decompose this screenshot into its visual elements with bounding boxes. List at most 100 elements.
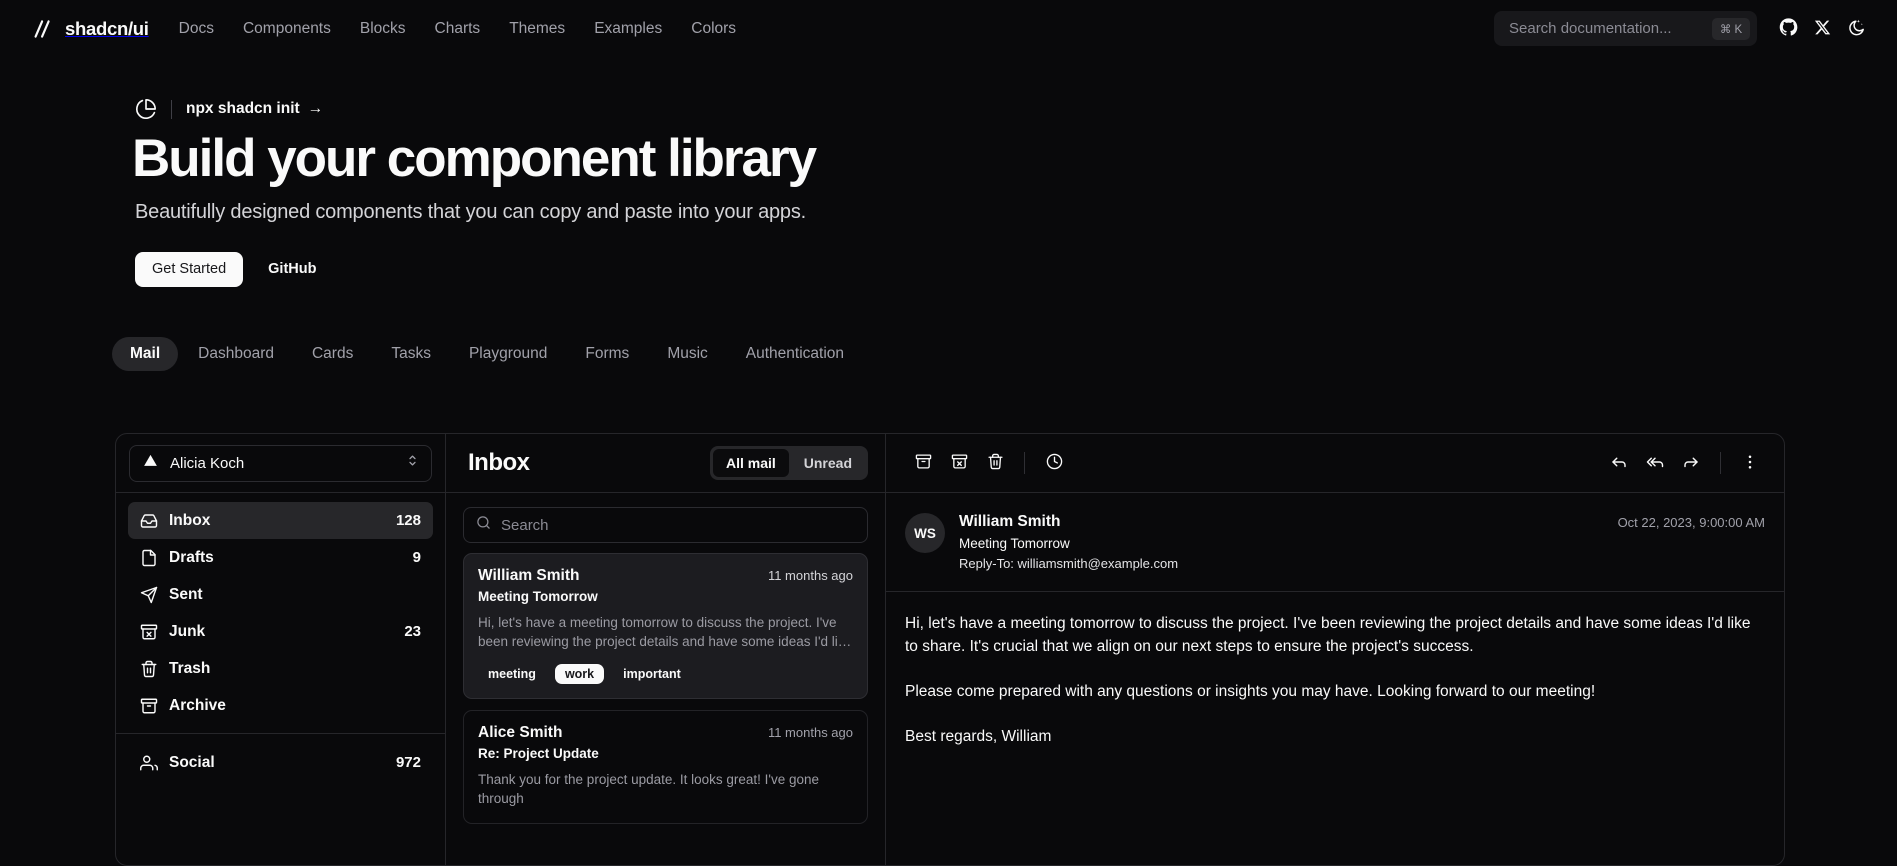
file-icon <box>140 549 158 567</box>
snooze-clock-icon <box>1046 453 1063 473</box>
tab-forms[interactable]: Forms <box>567 337 647 371</box>
header-actions: Search documentation... ⌘ K <box>1494 11 1873 46</box>
announcement-banner[interactable]: npx shadcn init → <box>135 98 1897 120</box>
tab-cards[interactable]: Cards <box>294 337 371 371</box>
tab-dashboard[interactable]: Dashboard <box>180 337 292 371</box>
more-options-button[interactable] <box>1732 445 1768 481</box>
tab-authentication[interactable]: Authentication <box>728 337 862 371</box>
x-twitter-link-button[interactable] <box>1805 12 1839 46</box>
move-to-junk-button[interactable] <box>941 445 977 481</box>
github-button[interactable]: GitHub <box>252 252 332 287</box>
mail-item-sender: William Smith <box>478 567 580 584</box>
mail-reading-toolbar <box>886 434 1784 493</box>
archive-icon <box>140 697 158 715</box>
mail-reading-pane: WS William Smith Meeting Tomorrow Reply-… <box>886 434 1784 865</box>
snooze-button[interactable] <box>1036 445 1072 481</box>
reply-icon <box>1610 453 1628 474</box>
nav-link-charts[interactable]: Charts <box>435 20 481 38</box>
nav-link-blocks[interactable]: Blocks <box>360 20 406 38</box>
sidebar-item-junk[interactable]: Junk 23 <box>128 613 433 650</box>
account-name: Alicia Koch <box>170 454 245 472</box>
hero-section: npx shadcn init → Build your component l… <box>0 57 1897 287</box>
sidebar-item-label: Inbox <box>169 511 211 529</box>
mail-list-header: Inbox All mail Unread <box>446 434 885 493</box>
filter-unread[interactable]: Unread <box>791 449 865 477</box>
mail-search-placeholder: Search <box>501 516 549 534</box>
reply-all-button[interactable] <box>1637 445 1673 481</box>
account-switcher[interactable]: Alicia Koch <box>129 444 432 482</box>
tab-tasks[interactable]: Tasks <box>373 337 449 371</box>
sidebar-item-label: Archive <box>169 696 226 714</box>
sidebar-item-trash[interactable]: Trash <box>128 650 433 687</box>
sidebar-item-archive[interactable]: Archive <box>128 687 433 724</box>
tab-music[interactable]: Music <box>649 337 725 371</box>
nav-link-colors[interactable]: Colors <box>691 20 736 38</box>
sidebar-item-count: 9 <box>412 549 421 566</box>
nav-link-components[interactable]: Components <box>243 20 331 38</box>
mail-item-subject: Re: Project Update <box>478 746 599 762</box>
forward-icon <box>1682 453 1700 474</box>
mail-reading-body: Hi, let's have a meeting tomorrow to dis… <box>905 615 1751 746</box>
get-started-button[interactable]: Get Started <box>135 251 244 287</box>
nav-link-examples[interactable]: Examples <box>594 20 662 38</box>
mail-item-time: 11 months ago <box>767 568 853 583</box>
pie-chart-icon <box>135 98 157 120</box>
filter-all-mail[interactable]: All mail <box>712 449 789 477</box>
mail-category-list: Social 972 <box>116 733 445 781</box>
mail-item-top-row: Alice Smith 11 months ago <box>478 724 853 742</box>
trash-icon <box>987 453 1004 473</box>
move-to-trash-button[interactable] <box>977 445 1013 481</box>
mail-item-time: 11 months ago <box>767 725 853 741</box>
badge-meeting[interactable]: meeting <box>478 664 546 684</box>
sidebar-item-label: Social <box>169 753 215 771</box>
shadcn-slash-logo-icon <box>28 16 54 42</box>
badge-work[interactable]: work <box>554 664 605 685</box>
mail-reading-header: WS William Smith Meeting Tomorrow Reply-… <box>886 493 1784 592</box>
archive-button[interactable] <box>905 445 941 481</box>
sidebar-item-label: Trash <box>169 659 211 677</box>
github-link-button[interactable] <box>1771 12 1805 46</box>
brand-name: shadcn/ui <box>65 17 149 39</box>
sidebar-item-drafts[interactable]: Drafts 9 <box>128 539 433 576</box>
mail-list-item[interactable]: Alice Smith 11 months ago Re: Project Up… <box>463 710 868 824</box>
account-switcher-wrap: Alicia Koch <box>116 434 445 493</box>
mail-reading-meta: William Smith Meeting Tomorrow Reply-To:… <box>959 513 1604 571</box>
theme-toggle-button[interactable] <box>1839 12 1873 46</box>
tab-playground[interactable]: Playground <box>451 337 565 371</box>
chevron-up-down-icon <box>405 453 420 473</box>
mail-item-badges: meeting work important <box>478 664 853 685</box>
mail-list-item[interactable]: William Smith 11 months ago Meeting Tomo… <box>463 553 868 700</box>
mail-reading-sender: William Smith <box>959 513 1061 530</box>
archive-icon <box>915 453 932 473</box>
sidebar-item-label: Drafts <box>169 548 214 566</box>
announcement-text: npx shadcn init <box>186 100 300 117</box>
badge-important[interactable]: important <box>613 664 691 684</box>
reply-button[interactable] <box>1601 445 1637 481</box>
sidebar-item-social[interactable]: Social 972 <box>128 744 433 781</box>
page-title: Build your component library <box>132 129 817 188</box>
brand-logo-link[interactable]: shadcn/ui <box>28 16 149 42</box>
mail-folder-list: Inbox 128 Drafts 9 Sent Junk 23 Trash Ar… <box>116 493 445 724</box>
mail-reading-reply-to: Reply-To: williamsmith@example.com <box>959 556 1179 571</box>
search-docs-button[interactable]: Search documentation... ⌘ K <box>1494 11 1757 46</box>
announcement-link[interactable]: npx shadcn init → <box>186 100 323 118</box>
mail-reading-subject: Meeting Tomorrow <box>959 536 1070 551</box>
vercel-triangle-avatar-icon <box>142 452 159 474</box>
nav-link-themes[interactable]: Themes <box>509 20 565 38</box>
main-nav: Docs Components Blocks Charts Themes Exa… <box>179 20 736 38</box>
trash-icon <box>140 660 158 678</box>
search-icon <box>476 515 491 535</box>
examples-tab-bar: Mail Dashboard Cards Tasks Playground Fo… <box>112 336 1897 371</box>
announcement-divider <box>171 99 172 119</box>
github-icon <box>1779 17 1798 40</box>
more-vertical-icon <box>1741 453 1759 474</box>
mail-item-excerpt: Thank you for the project update. It loo… <box>478 772 820 807</box>
arrow-right-icon: → <box>307 100 324 117</box>
nav-link-docs[interactable]: Docs <box>179 20 214 38</box>
tab-mail[interactable]: Mail <box>112 336 179 371</box>
mail-search-input[interactable]: Search <box>463 507 868 543</box>
forward-button[interactable] <box>1673 445 1709 481</box>
sidebar-item-sent[interactable]: Sent <box>128 576 433 613</box>
sidebar-item-inbox[interactable]: Inbox 128 <box>128 502 433 539</box>
mail-item-sender: Alice Smith <box>478 724 563 742</box>
